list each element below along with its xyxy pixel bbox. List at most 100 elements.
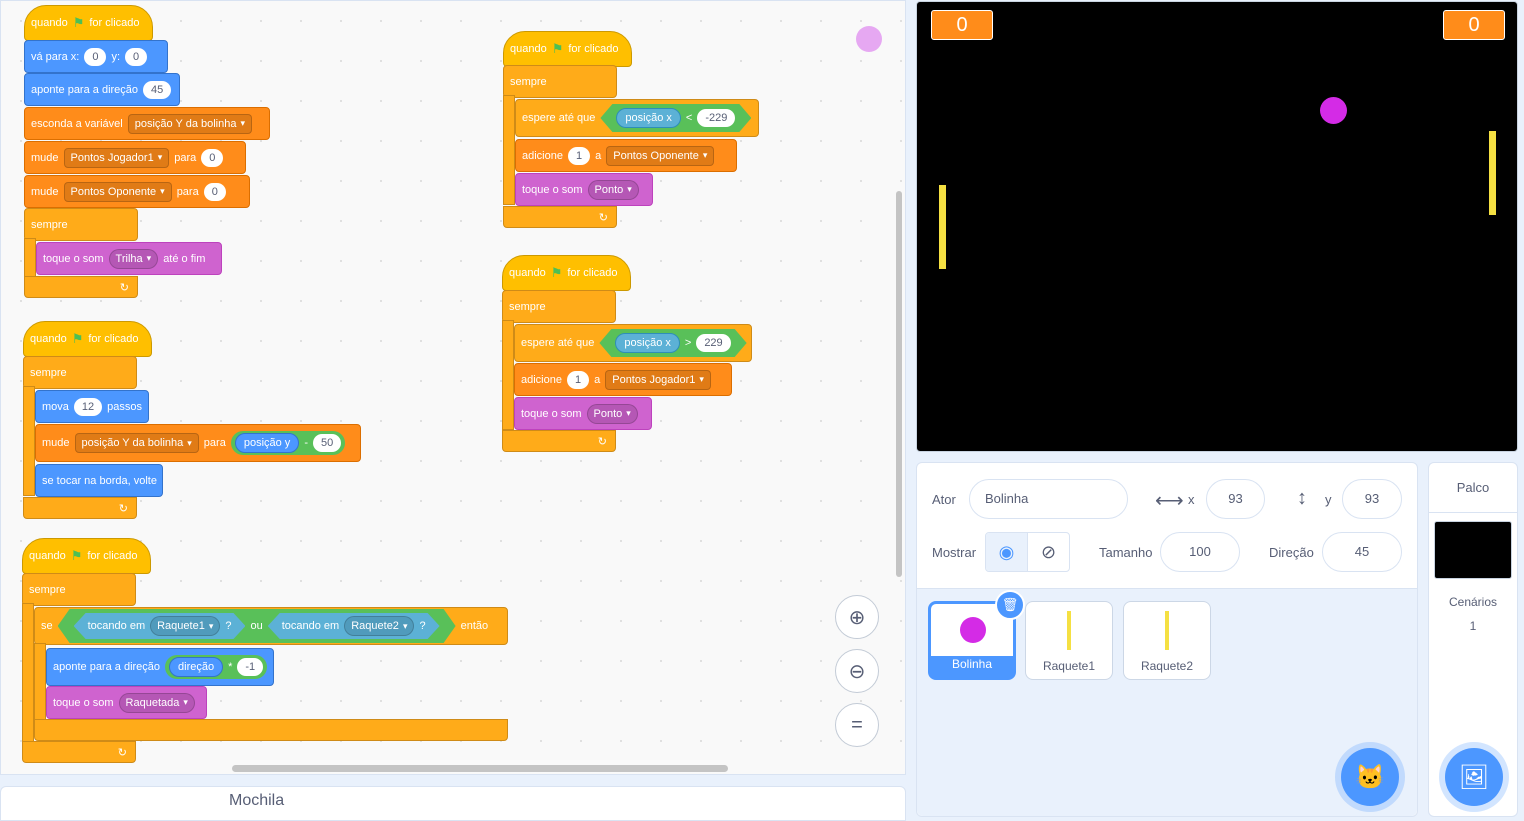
if-then-block[interactable]: se tocando emRaquete1? ou tocando emRaqu…: [34, 607, 508, 645]
paddle2-sprite[interactable]: [1489, 131, 1496, 215]
script-green-flag-opponent-score[interactable]: quando ⚑ for clicado sempre espere até que…: [503, 31, 763, 231]
change-variable-block[interactable]: adicione 1 a Pontos Oponente: [515, 139, 737, 172]
y-input[interactable]: 0: [125, 47, 148, 66]
stage-thumbnail[interactable]: [1434, 521, 1512, 579]
script-green-flag-setup[interactable]: quando ⚑ for clicado vá para x: 0 y: 0 aponte…: [24, 5, 274, 305]
play-sound-until-done-block[interactable]: toque o somTrilhaaté o fim: [36, 242, 222, 275]
when-flag-clicked-hat[interactable]: quando ⚑ for clicado: [502, 255, 631, 291]
change-variable-block[interactable]: adicione 1 a Pontos Jogador1: [514, 363, 732, 396]
zoom-reset-button[interactable]: =: [835, 703, 879, 747]
sprite-tile-raquete2[interactable]: Raquete2: [1123, 601, 1211, 680]
script-green-flag-move[interactable]: quando ⚑ for clicado sempre mova 12 passos m…: [23, 321, 363, 521]
script-green-flag-player-score[interactable]: quando ⚑ for clicado sempre espere até que…: [502, 255, 762, 455]
variable-dropdown[interactable]: posição Y da bolinha: [74, 433, 199, 453]
greater-than-operator[interactable]: posição x >229: [599, 329, 746, 357]
x-position-reporter[interactable]: posição x: [616, 108, 680, 128]
play-sound-block[interactable]: toque o som Ponto: [515, 173, 653, 206]
play-sound-block[interactable]: toque o som Ponto: [514, 397, 652, 430]
forever-block[interactable]: sempre: [23, 356, 137, 389]
wait-until-block[interactable]: espere até que posição x < -229: [515, 99, 759, 137]
paddle1-sprite[interactable]: [939, 185, 946, 269]
ball-sprite[interactable]: [1320, 97, 1347, 124]
variable-dropdown[interactable]: Pontos Oponente: [63, 181, 172, 202]
operand-input[interactable]: 229: [696, 334, 730, 352]
object-dropdown[interactable]: Raquete2: [344, 616, 414, 636]
code-workspace[interactable]: quando ⚑ for clicado vá para x: 0 y: 0 aponte…: [0, 0, 906, 775]
add-backdrop-button[interactable]: 🖼: [1445, 748, 1503, 806]
forever-block[interactable]: sempre: [24, 208, 138, 241]
when-flag-clicked-hat[interactable]: quando ⚑ for clicado: [23, 321, 152, 357]
sound-dropdown[interactable]: Raquetada: [118, 692, 195, 713]
sound-dropdown[interactable]: Ponto: [586, 403, 638, 424]
show-hidden-button[interactable]: ⊘: [1027, 533, 1069, 571]
bounce-on-edge-block[interactable]: se tocar na borda, volte: [35, 464, 163, 497]
operand-input[interactable]: 50: [312, 434, 342, 452]
stage-canvas[interactable]: 0 0: [916, 1, 1518, 452]
value-input[interactable]: 0: [203, 182, 226, 201]
sound-dropdown[interactable]: Ponto: [587, 179, 639, 200]
backdrops-count: 1: [1469, 619, 1477, 633]
set-variable-block[interactable]: mudePontos Oponentepara0: [24, 175, 250, 208]
touching-block[interactable]: tocando emRaquete2?: [268, 613, 440, 639]
stage-selector[interactable]: Palco Cenários 1 🖼: [1428, 462, 1518, 817]
x-input[interactable]: 0: [84, 47, 107, 66]
operand-input[interactable]: -229: [697, 109, 735, 127]
when-flag-clicked-hat[interactable]: quando ⚑ for clicado: [22, 538, 151, 574]
point-direction-block[interactable]: aponte para a direção 45: [24, 73, 180, 106]
horizontal-scrollbar[interactable]: [232, 765, 728, 772]
loop-arrow-icon: ↻: [118, 503, 128, 515]
direction-input[interactable]: 45: [143, 80, 172, 99]
sprite-name-input[interactable]: Bolinha: [969, 479, 1128, 519]
variable-dropdown[interactable]: posição Y da bolinha: [127, 113, 252, 134]
y-input[interactable]: 93: [1342, 479, 1402, 519]
object-dropdown[interactable]: Raquete1: [150, 616, 220, 636]
wait-until-block[interactable]: espere até que posição x >229: [514, 324, 752, 362]
multiply-operator[interactable]: direção * -1: [165, 655, 268, 679]
vertical-scrollbar[interactable]: [896, 191, 902, 577]
x-position-reporter[interactable]: posição x: [615, 333, 679, 353]
forever-block[interactable]: sempre: [502, 290, 616, 323]
forever-block[interactable]: sempre: [503, 65, 617, 98]
delete-sprite-button[interactable]: 🗑: [995, 590, 1025, 620]
touching-block[interactable]: tocando emRaquete1?: [74, 613, 246, 639]
sprite-tile-bolinha[interactable]: Bolinha 🗑: [928, 590, 1025, 680]
sprite-tile-raquete1[interactable]: Raquete1: [1025, 601, 1113, 680]
variable-dropdown[interactable]: Pontos Oponente: [606, 145, 715, 166]
direction-reporter[interactable]: direção: [169, 657, 224, 677]
hide-variable-block[interactable]: esconda a variável posição Y da bolinha: [24, 107, 270, 140]
operand-input[interactable]: -1: [237, 658, 264, 676]
script-green-flag-paddle-hit[interactable]: quando ⚑ for clicado sempre se tocando em R…: [22, 538, 512, 768]
subtract-operator[interactable]: posição y -50: [230, 431, 346, 455]
when-flag-clicked-hat[interactable]: quando ⚑ for clicado: [503, 31, 632, 67]
set-variable-block[interactable]: mudePontos Jogador1para0: [24, 141, 246, 174]
green-flag-icon: ⚑: [72, 15, 85, 30]
forever-block[interactable]: sempre: [22, 573, 136, 606]
play-sound-block[interactable]: toque o som Raquetada: [46, 686, 207, 719]
size-input[interactable]: 100: [1160, 532, 1240, 572]
show-toggle[interactable]: ◉ ⊘: [985, 532, 1070, 572]
sound-dropdown[interactable]: Trilha: [108, 248, 159, 269]
zoom-out-icon: ⊖: [848, 660, 866, 683]
value-input[interactable]: 0: [201, 148, 224, 167]
goto-xy-block[interactable]: vá para x: 0 y: 0: [24, 40, 168, 73]
backpack-bar[interactable]: Mochila: [0, 786, 906, 821]
add-sprite-button[interactable]: 🐱: [1341, 748, 1399, 806]
less-than-operator[interactable]: posição x < -229: [600, 104, 751, 132]
x-input[interactable]: 93: [1206, 479, 1265, 519]
variable-dropdown[interactable]: Pontos Jogador1: [63, 147, 170, 168]
when-flag-clicked-hat[interactable]: quando ⚑ for clicado: [24, 5, 153, 41]
zoom-out-button[interactable]: ⊖: [835, 649, 879, 693]
y-position-reporter[interactable]: posição y: [234, 433, 300, 453]
point-direction-block[interactable]: aponte para a direção direção * -1: [46, 648, 274, 686]
steps-input[interactable]: 12: [73, 397, 103, 416]
zoom-in-button[interactable]: ⊕: [835, 595, 879, 639]
set-variable-block[interactable]: mudeposição Y da bolinhapara posição y-5…: [35, 424, 361, 462]
value-input[interactable]: 1: [567, 146, 591, 165]
move-steps-block[interactable]: mova 12 passos: [35, 390, 149, 423]
direction-input[interactable]: 45: [1322, 532, 1402, 572]
or-operator[interactable]: tocando emRaquete1? ou tocando emRaquete…: [58, 609, 456, 643]
show-visible-button[interactable]: ◉: [986, 533, 1027, 571]
variable-dropdown[interactable]: Pontos Jogador1: [605, 369, 711, 390]
value-input[interactable]: 1: [566, 370, 590, 389]
loop-arrow-icon: ↻: [597, 436, 607, 448]
